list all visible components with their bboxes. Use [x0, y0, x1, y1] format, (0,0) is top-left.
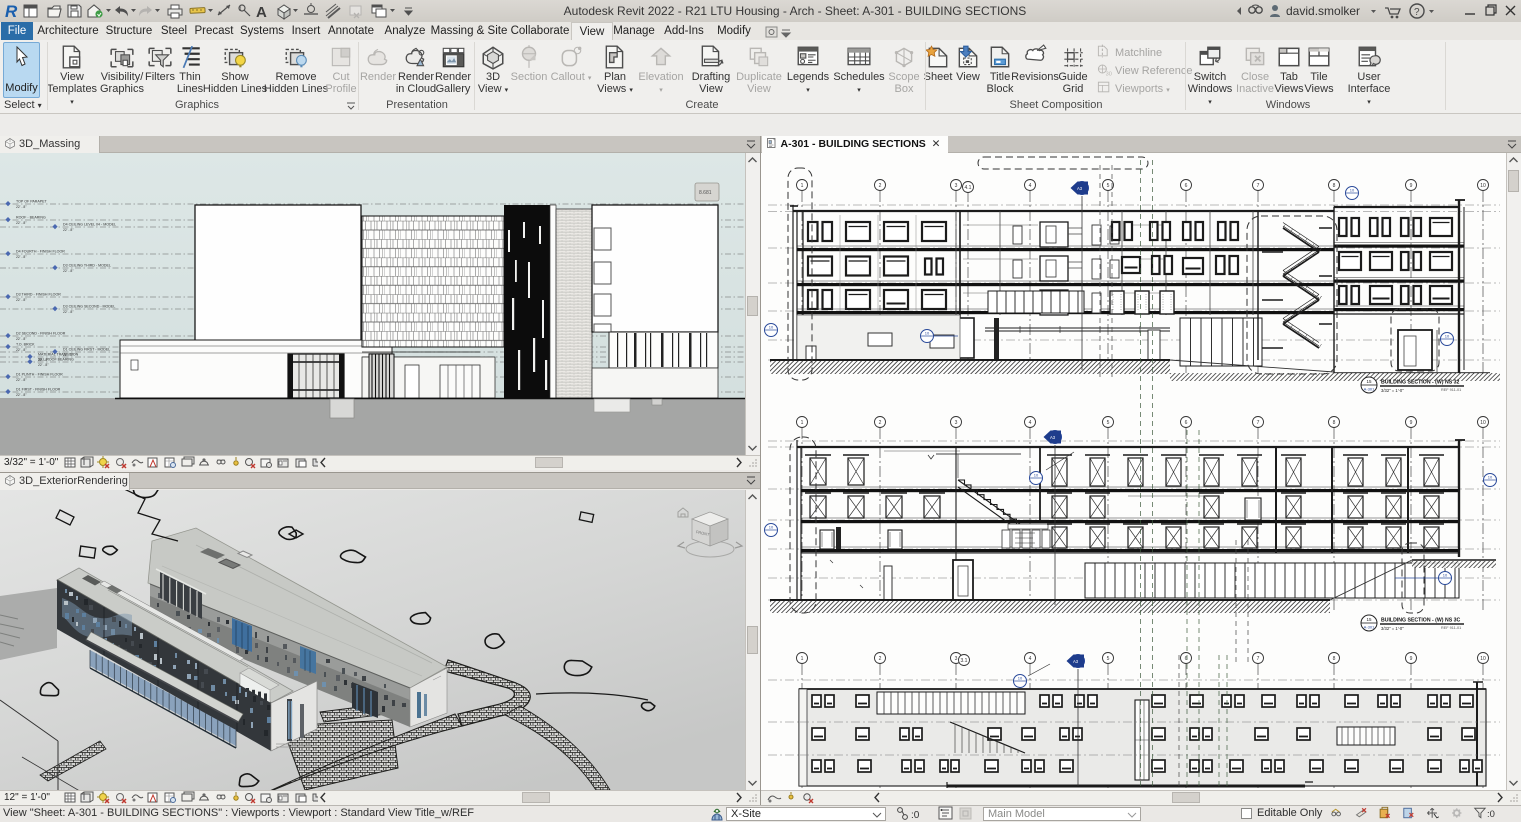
svg-text::0: :0: [911, 810, 920, 821]
svg-text:22' - 8": 22' - 8": [16, 393, 27, 397]
svg-text:8: 8: [1333, 183, 1336, 189]
svg-text:10: 10: [1443, 573, 1448, 578]
svg-text:3: 3: [955, 656, 958, 662]
svg-text:R: R: [5, 2, 18, 21]
svg-text:ROOF - BEARING: ROOF - BEARING: [16, 216, 46, 220]
svg-text:22' - 8": 22' - 8": [16, 348, 27, 352]
svg-text:6: 6: [1185, 183, 1188, 189]
svg-text:8: 8: [1333, 420, 1336, 426]
svg-text:2: 2: [879, 656, 882, 662]
svg-text:BUILDING SECTION - (W) NS 32: BUILDING SECTION - (W) NS 32: [1381, 380, 1460, 386]
svg-text:4.1: 4.1: [965, 185, 972, 191]
svg-text:15: 15: [1366, 617, 1372, 622]
svg-text:D3 CEILING THIRD - MODEL: D3 CEILING THIRD - MODEL: [63, 264, 111, 268]
svg-text:D2 SECOND - FINISH FLOOR: D2 SECOND - FINISH FLOOR: [16, 332, 66, 336]
svg-text:A: A: [256, 4, 267, 21]
svg-text:2: 2: [879, 183, 882, 189]
svg-text:4: 4: [1029, 183, 1032, 189]
svg-text:22' - 8": 22' - 8": [16, 255, 27, 259]
svg-text:A-301: A-301: [1364, 387, 1375, 392]
svg-text:TOP OF PARAPET: TOP OF PARAPET: [16, 200, 48, 204]
svg-text:4: 4: [1029, 656, 1032, 662]
svg-text:10: 10: [1018, 676, 1023, 681]
svg-text:10: 10: [1034, 473, 1039, 478]
svg-text:22' - 8": 22' - 8": [16, 221, 27, 225]
svg-text:10: 10: [1488, 475, 1493, 480]
svg-text:22' - 8": 22' - 8": [63, 228, 74, 232]
svg-text:30: 30: [1106, 71, 1112, 77]
svg-text:6: 6: [1185, 420, 1188, 426]
svg-text:22' - 8": 22' - 8": [16, 298, 27, 302]
svg-text:3: 3: [955, 183, 958, 189]
svg-text:david.smolker: david.smolker: [1286, 4, 1360, 18]
svg-text:10: 10: [1480, 656, 1486, 662]
svg-text:10: 10: [769, 325, 774, 330]
svg-text:22' - 8": 22' - 8": [63, 310, 74, 314]
svg-text:D1 PLINTH - FINISH FLOOR: D1 PLINTH - FINISH FLOOR: [16, 373, 63, 377]
svg-text:D1 CEILING FIRST - MODEL: D1 CEILING FIRST - MODEL: [63, 348, 110, 352]
svg-text:3.1: 3.1: [961, 658, 968, 664]
svg-text:5: 5: [1107, 420, 1110, 426]
svg-text:7: 7: [1257, 420, 1260, 426]
svg-text:22' - 8": 22' - 8": [38, 363, 49, 367]
svg-text:8.681: 8.681: [699, 190, 712, 196]
svg-text:REF 911-01: REF 911-01: [1441, 626, 1461, 630]
svg-text::0: :0: [1487, 809, 1495, 820]
svg-text:A3: A3: [1073, 659, 1079, 664]
svg-text:D4 FOURTH - FINISH FLOOR: D4 FOURTH - FINISH FLOOR: [16, 250, 65, 254]
svg-text:22' - 8": 22' - 8": [16, 337, 27, 341]
svg-text:5: 5: [1107, 183, 1110, 189]
svg-text:10: 10: [1480, 420, 1486, 426]
svg-text:T.O. BRICK: T.O. BRICK: [16, 343, 35, 347]
svg-text:3/32" = 1'-0": 3/32" = 1'-0": [1381, 388, 1404, 393]
svg-text:8: 8: [1333, 656, 1336, 662]
svg-text:?: ?: [1414, 7, 1420, 18]
svg-text:9: 9: [1410, 420, 1413, 426]
svg-text:1: 1: [801, 183, 804, 189]
svg-text:10: 10: [1350, 188, 1355, 193]
svg-text:2: 2: [879, 420, 882, 426]
svg-text:REF 911-01: REF 911-01: [1441, 388, 1461, 392]
svg-text:7: 7: [1257, 656, 1260, 662]
svg-text:15: 15: [1366, 379, 1372, 384]
svg-text:SILL ROOF BEARING: SILL ROOF BEARING: [38, 358, 74, 362]
svg-text:10: 10: [1445, 334, 1450, 339]
svg-text:10: 10: [769, 525, 774, 530]
svg-text:4: 4: [1029, 420, 1032, 426]
svg-text:9: 9: [1410, 656, 1413, 662]
svg-text:5: 5: [1107, 656, 1110, 662]
svg-text:MATERIAL TRANSITION: MATERIAL TRANSITION: [38, 353, 79, 357]
svg-text:1: 1: [801, 420, 804, 426]
svg-text:D3 THIRD - FINISH FLOOR: D3 THIRD - FINISH FLOOR: [16, 293, 61, 297]
svg-text:D1 FIRST - FINISH FLOOR: D1 FIRST - FINISH FLOOR: [16, 388, 61, 392]
svg-text:1: 1: [801, 656, 804, 662]
svg-text:22' - 8": 22' - 8": [16, 205, 27, 209]
svg-text:A-301: A-301: [1364, 625, 1375, 630]
svg-text:A3: A3: [1077, 186, 1083, 191]
svg-text:10: 10: [1480, 183, 1486, 189]
svg-text:7: 7: [1257, 183, 1260, 189]
svg-text:BUILDING SECTION - (W) NS 3C: BUILDING SECTION - (W) NS 3C: [1381, 618, 1461, 624]
svg-text:D4 CEILING LEVEL 04 - MODEL: D4 CEILING LEVEL 04 - MODEL: [63, 223, 116, 227]
svg-text:D3 CEILING SECOND - MODEL: D3 CEILING SECOND - MODEL: [63, 305, 115, 309]
svg-text:3/32" = 1'-0": 3/32" = 1'-0": [1381, 626, 1404, 631]
svg-text:9: 9: [1410, 183, 1413, 189]
svg-text:A3: A3: [1050, 435, 1056, 440]
svg-text:22' - 8": 22' - 8": [63, 269, 74, 273]
svg-text:1: 1: [239, 7, 243, 13]
svg-text:22' - 8": 22' - 8": [16, 378, 27, 382]
svg-text:10: 10: [925, 331, 930, 336]
svg-text:3: 3: [955, 420, 958, 426]
